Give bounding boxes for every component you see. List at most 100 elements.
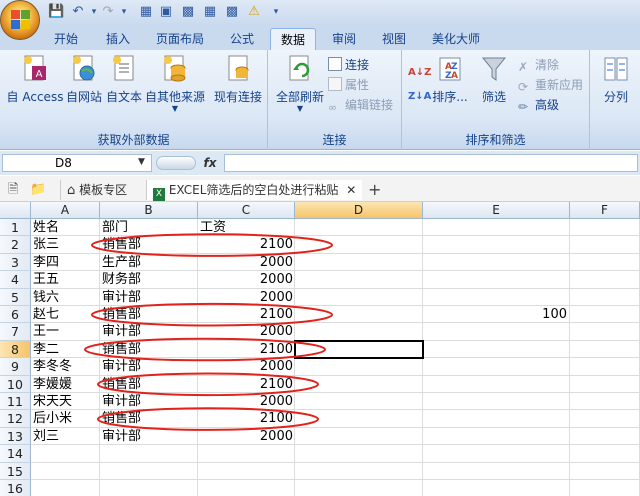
cell-c12[interactable]: 2100 — [198, 410, 293, 427]
from-other-sources-button[interactable]: 自其他来源 ▼ — [144, 54, 206, 113]
name-box[interactable]: D8 — [2, 154, 152, 172]
cell-c1[interactable]: 工资 — [200, 219, 294, 236]
undo-icon[interactable]: ↶ — [70, 4, 86, 20]
tab-review[interactable]: 审阅 — [324, 28, 364, 50]
tab-formulas[interactable]: 公式 — [222, 28, 262, 50]
table-icon[interactable]: ▦ — [202, 4, 218, 20]
cell-c5[interactable]: 2000 — [198, 289, 293, 306]
cell-c8[interactable]: 2100 — [198, 341, 293, 358]
tab-insert[interactable]: 插入 — [98, 28, 138, 50]
insert-function-icon[interactable]: fx — [200, 154, 220, 172]
row-header-3[interactable]: 3 — [0, 253, 31, 272]
name-box-dropdown-icon[interactable]: ▼ — [138, 157, 145, 167]
sort-button[interactable]: AZZA 排序... — [428, 54, 472, 105]
cell-a8[interactable]: 李二 — [33, 341, 99, 358]
office-button[interactable] — [0, 0, 40, 40]
cell-a10[interactable]: 李媛媛 — [33, 376, 99, 393]
cell-c6[interactable]: 2100 — [198, 306, 293, 323]
cell-b13[interactable]: 审计部 — [102, 428, 197, 445]
column-header-b[interactable]: B — [100, 202, 198, 219]
cell-a4[interactable]: 王五 — [33, 271, 99, 288]
cell-c13[interactable]: 2000 — [198, 428, 293, 445]
reapply-button[interactable]: ⟳ 重新应用 — [518, 76, 583, 94]
row-header-6[interactable]: 6 — [0, 306, 31, 324]
cell-c7[interactable]: 2000 — [198, 323, 293, 340]
row-header-14[interactable]: 14 — [0, 445, 31, 463]
tab-home[interactable]: 开始 — [46, 28, 86, 50]
cell-a2[interactable]: 张三 — [33, 236, 99, 253]
cell-b3[interactable]: 生产部 — [102, 254, 197, 271]
tab-beautify[interactable]: 美化大师 — [426, 28, 486, 50]
cell-e6[interactable]: 100 — [423, 306, 567, 323]
cell-a9[interactable]: 李冬冬 — [33, 358, 99, 375]
cell-a12[interactable]: 后小米 — [33, 410, 99, 427]
column-header-a[interactable]: A — [31, 202, 100, 219]
tab-excel-file[interactable]: X EXCEL筛选后的空白处进行粘贴 ✕ — [146, 180, 362, 201]
select-all-corner[interactable] — [0, 202, 31, 219]
from-text-button[interactable]: 自文本 — [104, 54, 144, 105]
row-header-5[interactable]: 5 — [0, 288, 31, 306]
form-icon[interactable]: ▦ — [138, 4, 154, 20]
row-header-9[interactable]: 9 — [0, 358, 31, 376]
tab-data[interactable]: 数据 — [270, 28, 316, 50]
cell-b9[interactable]: 审计部 — [102, 358, 197, 375]
column-header-c[interactable]: C — [198, 202, 295, 219]
cell-b7[interactable]: 审计部 — [102, 323, 197, 340]
properties-button[interactable]: 属性 — [328, 76, 369, 94]
cell-c10[interactable]: 2100 — [198, 376, 293, 393]
column-header-d[interactable]: D — [295, 202, 423, 219]
row-header-2[interactable]: 2 — [0, 236, 31, 254]
row-header-13[interactable]: 13 — [0, 427, 31, 446]
cell-c4[interactable]: 2000 — [198, 271, 293, 288]
close-tab-icon[interactable]: ✕ — [346, 183, 356, 197]
cell-b10[interactable]: 销售部 — [102, 376, 197, 393]
save-icon[interactable]: 💾 — [48, 4, 64, 20]
refresh-all-button[interactable]: 全部刷新 ▼ — [272, 54, 328, 113]
cell-c9[interactable]: 2000 — [198, 358, 293, 375]
row-header-1[interactable]: 1 — [0, 219, 31, 237]
column-header-f[interactable]: F — [570, 202, 640, 219]
row-header-4[interactable]: 4 — [0, 271, 31, 289]
cell-b12[interactable]: 销售部 — [102, 410, 197, 427]
open-folder-icon[interactable]: 📁 — [30, 180, 46, 200]
row-header-8[interactable]: 8 — [0, 340, 31, 359]
row-header-16[interactable]: 16 — [0, 480, 31, 496]
customize-dropdown-icon[interactable]: ▾ — [268, 4, 284, 20]
clear-button[interactable]: ✗ 清除 — [518, 56, 559, 74]
existing-connections-button[interactable]: 现有连接 — [210, 54, 266, 105]
cell-b1[interactable]: 部门 — [102, 219, 197, 236]
formula-input[interactable] — [224, 154, 638, 172]
cell-b4[interactable]: 财务部 — [102, 271, 197, 288]
chart-icon[interactable]: ▩ — [180, 4, 196, 20]
row-header-11[interactable]: 11 — [0, 393, 31, 411]
tab-page-layout[interactable]: 页面布局 — [150, 28, 210, 50]
cell-a5[interactable]: 钱六 — [33, 289, 99, 306]
cell-a13[interactable]: 刘三 — [33, 428, 99, 445]
cell-b5[interactable]: 审计部 — [102, 289, 197, 306]
edit-links-button[interactable]: ∞ 编辑链接 — [328, 96, 393, 114]
cell-b11[interactable]: 审计部 — [102, 393, 197, 410]
text-to-columns-button[interactable]: 分列 — [594, 54, 638, 105]
from-web-button[interactable]: 自网站 — [64, 54, 104, 105]
connections-button[interactable]: 连接 — [328, 56, 369, 74]
cell-c11[interactable]: 2000 — [198, 393, 293, 410]
row-header-12[interactable]: 12 — [0, 410, 31, 428]
cell-a3[interactable]: 李四 — [33, 254, 99, 271]
warning-icon[interactable]: ⚠ — [246, 4, 262, 20]
active-cell-d8[interactable] — [294, 340, 424, 359]
tab-template-zone[interactable]: ⌂ 模板专区 — [60, 180, 140, 200]
cell-b2[interactable]: 销售部 — [102, 236, 197, 253]
redo-icon[interactable]: ↷ — [100, 4, 116, 20]
cell-a6[interactable]: 赵七 — [33, 306, 99, 323]
filter-button[interactable]: 筛选 — [474, 54, 514, 105]
add-tab-icon[interactable]: + — [368, 180, 381, 200]
picture-icon[interactable]: ▣ — [158, 4, 174, 20]
cell-a11[interactable]: 宋天天 — [33, 393, 99, 410]
redo-dropdown-icon[interactable]: ▾ — [116, 4, 132, 20]
formula-bar-handle[interactable] — [156, 156, 196, 170]
cell-a1[interactable]: 姓名 — [33, 219, 99, 236]
tab-view[interactable]: 视图 — [374, 28, 414, 50]
row-header-7[interactable]: 7 — [0, 323, 31, 341]
from-access-button[interactable]: A 自 Access — [4, 54, 66, 105]
image-icon[interactable]: ▩ — [224, 4, 240, 20]
